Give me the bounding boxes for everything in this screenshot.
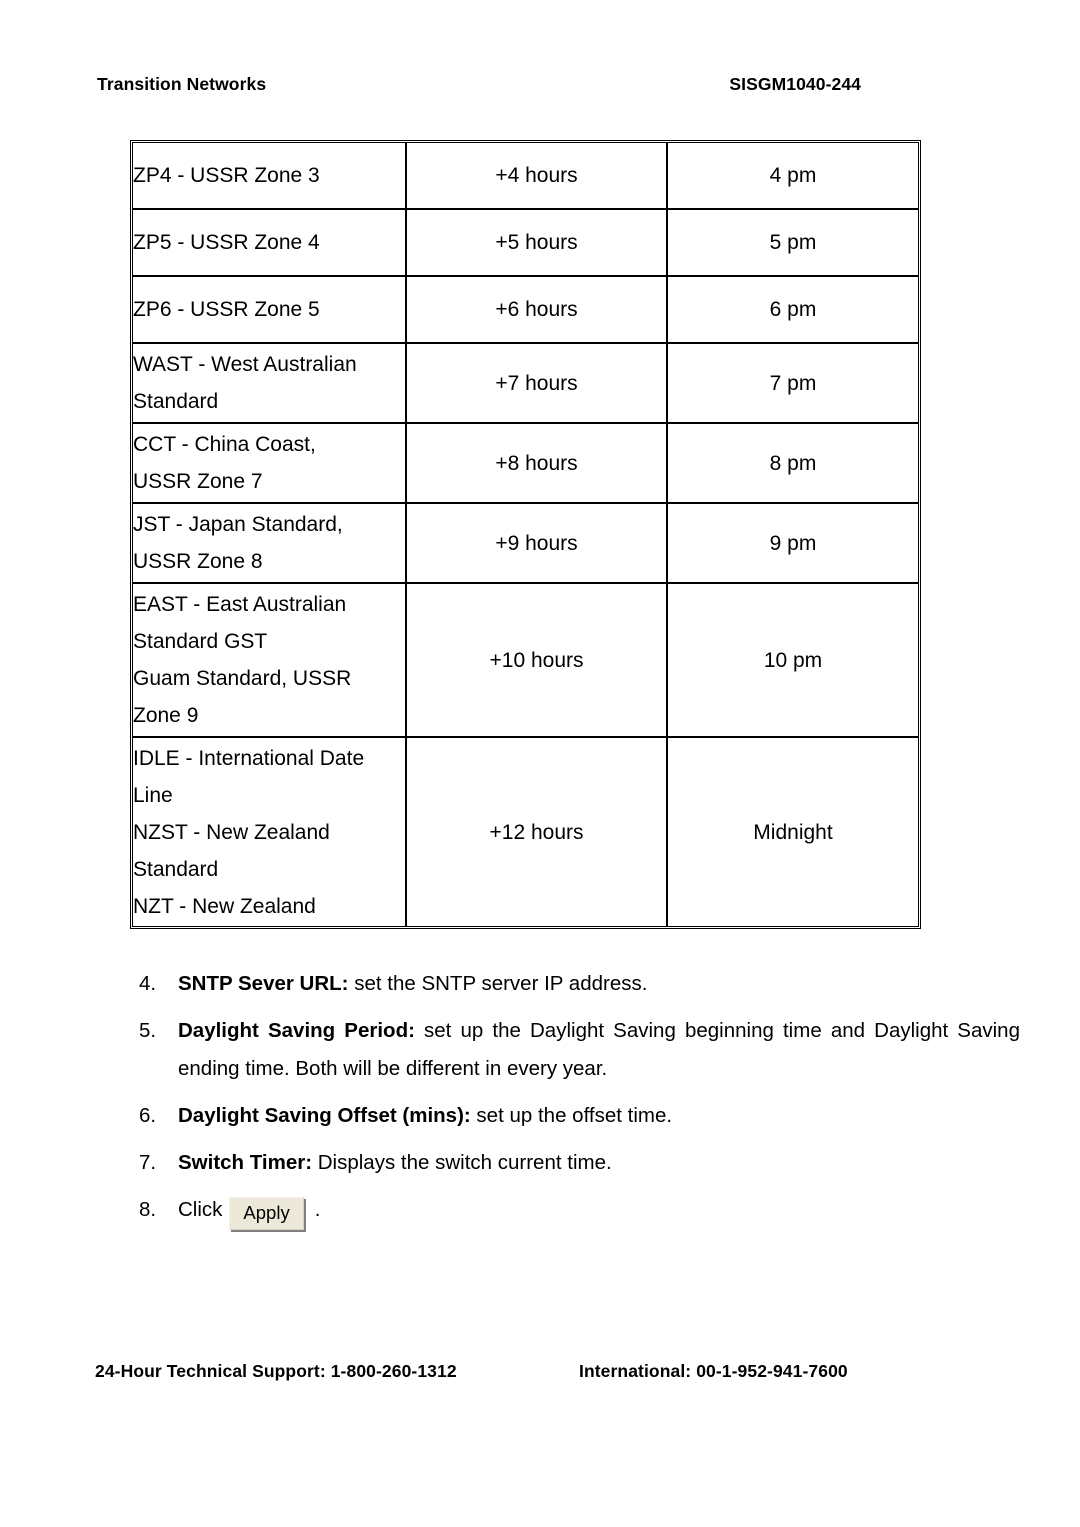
list-item: 6. Daylight Saving Offset (mins): set up… <box>130 1097 1020 1135</box>
cell-local-time: 9 pm <box>668 504 918 584</box>
list-item-term: Switch Timer: <box>178 1151 313 1174</box>
document-page: Transition Networks SISGM1040-244 ZP4 - … <box>0 0 1080 1527</box>
cell-offset: +12 hours <box>407 738 668 926</box>
list-item-body: Daylight Saving Period: set up the Dayli… <box>178 1012 1020 1088</box>
list-item-number: 6. <box>139 1104 157 1127</box>
table-row: ZP4 - USSR Zone 3 +4 hours 4 pm <box>133 143 918 210</box>
list-item-body: SNTP Sever URL: set the SNTP server IP a… <box>178 965 1020 1003</box>
header-model-number: SISGM1040-244 <box>729 74 861 94</box>
cell-local-time: 8 pm <box>668 424 918 504</box>
zone-line: NZT - New Zealand <box>133 894 316 918</box>
table-row: IDLE - International Date Line NZST - Ne… <box>133 738 918 926</box>
cell-timezone: IDLE - International Date Line NZST - Ne… <box>133 738 407 926</box>
cell-timezone: CCT - China Coast, USSR Zone 7 <box>133 424 407 504</box>
list-item-text: set up the offset time. <box>470 1104 673 1127</box>
zone-line: USSR Zone 7 <box>133 470 263 493</box>
list-item: 4. SNTP Sever URL: set the SNTP server I… <box>130 965 1020 1003</box>
zone-line: Zone 9 <box>133 704 199 727</box>
footer-international-phone: International: 00-1-952-941-7600 <box>579 1361 848 1381</box>
cell-local-time: 7 pm <box>668 344 918 424</box>
header-company-name: Transition Networks <box>97 74 267 94</box>
list-item: 8. Click Apply. <box>130 1191 1020 1230</box>
cell-offset: +10 hours <box>407 584 668 738</box>
list-item-term: Daylight Saving Period: <box>178 1019 415 1042</box>
cell-timezone: WAST - West Australian Standard <box>133 344 407 424</box>
zone-line: Standard <box>133 390 219 413</box>
instruction-list: 4. SNTP Sever URL: set the SNTP server I… <box>130 965 1020 1238</box>
table-row: JST - Japan Standard, USSR Zone 8 +9 hou… <box>133 504 918 584</box>
cell-timezone: ZP6 - USSR Zone 5 <box>133 277 407 344</box>
table-row: ZP6 - USSR Zone 5 +6 hours 6 pm <box>133 277 918 344</box>
cell-local-time: 10 pm <box>668 584 918 738</box>
zone-line: NZST - New Zealand <box>133 820 330 844</box>
zone-line: ZP4 - USSR Zone 3 <box>133 164 320 187</box>
zone-line: USSR Zone 8 <box>133 550 263 573</box>
cell-timezone: ZP4 - USSR Zone 3 <box>133 143 407 210</box>
timezone-table-wrapper: ZP4 - USSR Zone 3 +4 hours 4 pm ZP5 - US… <box>130 140 921 929</box>
list-item-body: Click Apply. <box>178 1191 1020 1230</box>
zone-line: ZP5 - USSR Zone 4 <box>133 231 320 254</box>
list-item: 7. Switch Timer: Displays the switch cur… <box>130 1144 1020 1182</box>
cell-offset: +7 hours <box>407 344 668 424</box>
cell-offset: +6 hours <box>407 277 668 344</box>
zone-line: ZP6 - USSR Zone 5 <box>133 298 320 321</box>
zone-line: IDLE - International Date <box>133 746 365 770</box>
list-item-term: SNTP Sever URL: <box>178 972 349 995</box>
zone-line: CCT - China Coast, <box>133 433 316 456</box>
document-footer: 24-Hour Technical Support: 1-800-260-131… <box>95 1361 985 1382</box>
zone-line: Standard GST <box>133 630 268 653</box>
zone-line: JST - Japan Standard, <box>133 513 343 536</box>
table-row: CCT - China Coast, USSR Zone 7 +8 hours … <box>133 424 918 504</box>
cell-local-time: Midnight <box>668 738 918 926</box>
list-item-text: Click <box>178 1198 223 1221</box>
list-item-body: Daylight Saving Offset (mins): set up th… <box>178 1097 1020 1135</box>
zone-line: Line <box>133 783 173 807</box>
cell-offset: +5 hours <box>407 210 668 277</box>
list-item-text: Displays the switch current time. <box>312 1151 612 1174</box>
timezone-table: ZP4 - USSR Zone 3 +4 hours 4 pm ZP5 - US… <box>130 140 921 929</box>
sentence-period: . <box>314 1198 321 1221</box>
list-item-number: 4. <box>139 972 157 995</box>
table-row: ZP5 - USSR Zone 4 +5 hours 5 pm <box>133 210 918 277</box>
cell-offset: +8 hours <box>407 424 668 504</box>
document-header: Transition Networks SISGM1040-244 <box>97 74 983 95</box>
cell-timezone: JST - Japan Standard, USSR Zone 8 <box>133 504 407 584</box>
list-item-term: Daylight Saving Offset (mins): <box>178 1104 471 1127</box>
table-row: EAST - East Australian Standard GST Guam… <box>133 584 918 738</box>
cell-local-time: 4 pm <box>668 143 918 210</box>
cell-timezone: ZP5 - USSR Zone 4 <box>133 210 407 277</box>
zone-line: Standard <box>133 857 219 881</box>
apply-button[interactable]: Apply <box>229 1196 304 1230</box>
zone-line: EAST - East Australian <box>133 593 347 616</box>
cell-local-time: 5 pm <box>668 210 918 277</box>
cell-offset: +9 hours <box>407 504 668 584</box>
timezone-table-body: ZP4 - USSR Zone 3 +4 hours 4 pm ZP5 - US… <box>133 143 918 926</box>
list-item-body: Switch Timer: Displays the switch curren… <box>178 1144 1020 1182</box>
footer-support-phone: 24-Hour Technical Support: 1-800-260-131… <box>95 1361 457 1381</box>
list-item-number: 7. <box>139 1151 157 1174</box>
table-row: WAST - West Australian Standard +7 hours… <box>133 344 918 424</box>
cell-offset: +4 hours <box>407 143 668 210</box>
cell-local-time: 6 pm <box>668 277 918 344</box>
cell-timezone: EAST - East Australian Standard GST Guam… <box>133 584 407 738</box>
list-item-number: 5. <box>139 1019 157 1042</box>
zone-line: WAST - West Australian <box>133 353 357 376</box>
list-item: 5. Daylight Saving Period: set up the Da… <box>130 1012 1020 1088</box>
list-item-text: set the SNTP server IP address. <box>348 972 648 995</box>
list-item-number: 8. <box>139 1198 157 1221</box>
zone-line: Guam Standard, USSR <box>133 667 352 690</box>
